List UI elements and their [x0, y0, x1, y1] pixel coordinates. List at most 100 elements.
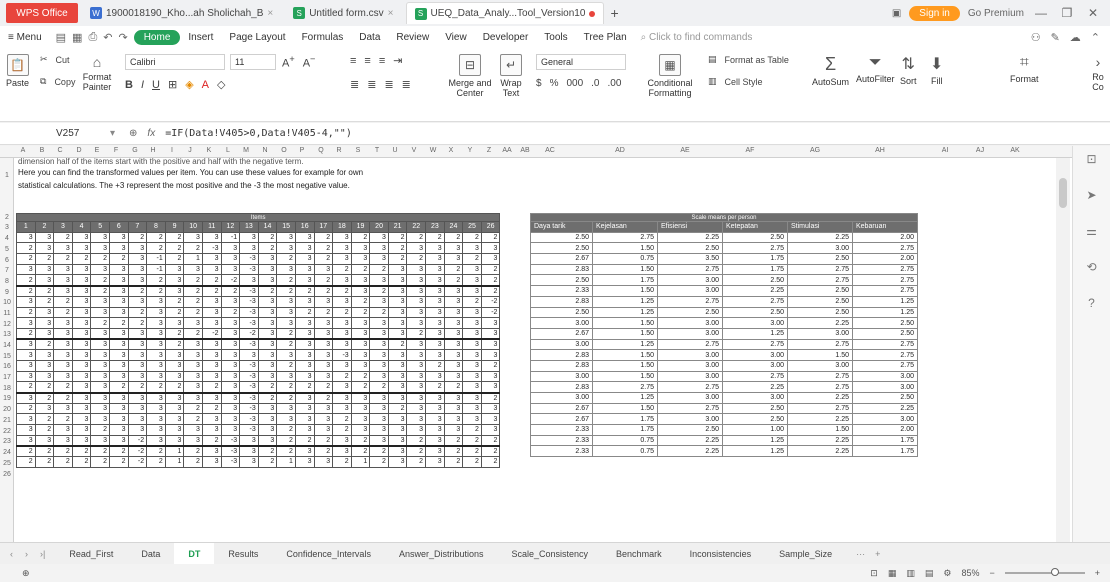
- item-value-cell[interactable]: 3: [425, 338, 445, 351]
- mean-value-cell[interactable]: 1.50: [787, 424, 853, 436]
- item-value-cell[interactable]: 3: [462, 402, 482, 415]
- item-value-cell[interactable]: 3: [462, 317, 482, 329]
- item-value-cell[interactable]: 3: [71, 434, 92, 447]
- item-value-cell[interactable]: 2: [313, 274, 334, 287]
- column-header[interactable]: AG: [800, 147, 830, 154]
- item-value-cell[interactable]: 3: [462, 370, 482, 383]
- column-header[interactable]: L: [219, 147, 237, 154]
- underline-icon[interactable]: U: [152, 79, 160, 91]
- item-value-cell[interactable]: -1: [220, 231, 241, 244]
- item-value-cell[interactable]: 2: [164, 242, 185, 255]
- print-icon[interactable]: ⎙: [88, 31, 97, 44]
- item-value-cell[interactable]: 3: [201, 317, 222, 329]
- item-value-cell[interactable]: 1: [164, 444, 185, 458]
- align-left-icon[interactable]: ≣: [350, 78, 359, 91]
- mean-value-cell[interactable]: 2.00: [852, 424, 918, 436]
- item-value-cell[interactable]: 2: [387, 402, 408, 415]
- item-value-cell[interactable]: 3: [332, 381, 352, 393]
- item-value-cell[interactable]: 3: [406, 381, 427, 393]
- item-value-cell[interactable]: 3: [406, 295, 427, 308]
- item-value-cell[interactable]: 3: [369, 402, 389, 415]
- document-tab-3[interactable]: S UEQ_Data_Analy...Tool_Version10: [405, 2, 605, 24]
- column-header[interactable]: T: [368, 147, 386, 154]
- row-header[interactable]: 8: [0, 278, 14, 285]
- item-value-cell[interactable]: -2: [239, 327, 259, 340]
- item-value-cell[interactable]: 3: [34, 242, 55, 255]
- mean-value-cell[interactable]: 3.00: [530, 370, 593, 383]
- item-value-cell[interactable]: 3: [71, 317, 92, 329]
- item-value-cell[interactable]: 3: [201, 231, 222, 244]
- item-value-cell[interactable]: 2: [127, 317, 148, 329]
- item-value-cell[interactable]: 2: [276, 253, 296, 265]
- item-value-cell[interactable]: 3: [369, 338, 389, 351]
- mean-value-cell[interactable]: 2.25: [787, 445, 853, 458]
- item-value-cell[interactable]: 3: [34, 349, 55, 361]
- close-icon[interactable]: ×: [267, 8, 273, 19]
- item-value-cell[interactable]: 3: [183, 434, 203, 447]
- item-value-cell[interactable]: 3: [387, 327, 408, 340]
- item-value-cell[interactable]: 2: [146, 444, 166, 458]
- mean-value-cell[interactable]: 2.33: [530, 434, 593, 447]
- fill-color-icon[interactable]: ◈: [185, 78, 193, 91]
- item-value-cell[interactable]: 2: [443, 444, 464, 458]
- item-value-cell[interactable]: 2: [350, 263, 371, 276]
- tab-view[interactable]: View: [437, 32, 475, 43]
- item-value-cell[interactable]: 3: [480, 402, 501, 415]
- item-value-cell[interactable]: 3: [53, 434, 73, 447]
- item-value-cell[interactable]: 2: [201, 274, 222, 287]
- mean-value-cell[interactable]: 0.75: [592, 445, 658, 458]
- item-value-cell[interactable]: 3: [201, 253, 222, 265]
- increase-font-icon[interactable]: A+: [282, 54, 295, 70]
- format-as-table-button[interactable]: ▤ Format as Table: [708, 54, 789, 65]
- item-value-cell[interactable]: 3: [313, 349, 334, 361]
- item-value-cell[interactable]: 3: [480, 413, 501, 426]
- item-value-cell[interactable]: 3: [443, 284, 464, 297]
- mean-value-cell[interactable]: 3.00: [657, 349, 723, 361]
- item-value-cell[interactable]: 2: [332, 263, 352, 276]
- item-value-cell[interactable]: 2: [480, 359, 501, 372]
- item-value-cell[interactable]: 3: [406, 359, 427, 372]
- row-header[interactable]: 23: [0, 438, 14, 445]
- mean-value-cell[interactable]: 1.25: [592, 392, 658, 404]
- item-value-cell[interactable]: 2: [16, 284, 36, 297]
- item-value-cell[interactable]: 2: [443, 434, 464, 447]
- mean-value-cell[interactable]: 1.75: [592, 413, 658, 426]
- item-value-cell[interactable]: 2: [90, 284, 110, 297]
- item-value-cell[interactable]: 2: [201, 402, 222, 415]
- mean-value-cell[interactable]: 3.00: [530, 392, 593, 404]
- item-value-cell[interactable]: 2: [294, 434, 315, 447]
- row-header[interactable]: 6: [0, 257, 14, 264]
- item-value-cell[interactable]: 3: [201, 456, 222, 468]
- item-value-cell[interactable]: 2: [425, 359, 445, 372]
- item-value-cell[interactable]: 2: [53, 391, 73, 404]
- item-value-cell[interactable]: 3: [164, 370, 185, 383]
- row-header[interactable]: 18: [0, 385, 14, 392]
- document-tab-2[interactable]: S Untitled form.csv ×: [285, 2, 401, 24]
- item-value-cell[interactable]: -3: [239, 424, 259, 436]
- item-value-cell[interactable]: 3: [71, 274, 92, 287]
- item-value-cell[interactable]: 3: [108, 434, 129, 447]
- column-header[interactable]: E: [88, 147, 106, 154]
- item-value-cell[interactable]: 3: [294, 391, 315, 404]
- item-value-cell[interactable]: 3: [425, 306, 445, 319]
- mean-value-cell[interactable]: 2.75: [852, 349, 918, 361]
- item-value-cell[interactable]: 3: [332, 444, 352, 458]
- item-value-cell[interactable]: 2: [369, 263, 389, 276]
- item-value-cell[interactable]: 3: [294, 231, 315, 244]
- sheet-tab-dt[interactable]: DT: [174, 542, 215, 565]
- item-value-cell[interactable]: 2: [34, 284, 55, 297]
- item-value-cell[interactable]: 3: [34, 327, 55, 340]
- item-value-cell[interactable]: 3: [350, 402, 371, 415]
- item-value-cell[interactable]: 2: [183, 444, 203, 458]
- item-value-cell[interactable]: -2: [127, 434, 148, 447]
- item-value-cell[interactable]: 3: [443, 424, 464, 436]
- item-value-cell[interactable]: 3: [462, 306, 482, 319]
- item-value-cell[interactable]: 3: [257, 434, 278, 447]
- item-value-cell[interactable]: -3: [332, 349, 352, 361]
- item-value-cell[interactable]: 3: [294, 424, 315, 436]
- item-value-cell[interactable]: 2: [164, 338, 185, 351]
- sheet-tab-scale-consistency[interactable]: Scale_Consistency: [498, 543, 603, 565]
- item-value-cell[interactable]: 3: [146, 349, 166, 361]
- mean-value-cell[interactable]: 2.75: [787, 263, 853, 276]
- item-value-cell[interactable]: 3: [108, 327, 129, 340]
